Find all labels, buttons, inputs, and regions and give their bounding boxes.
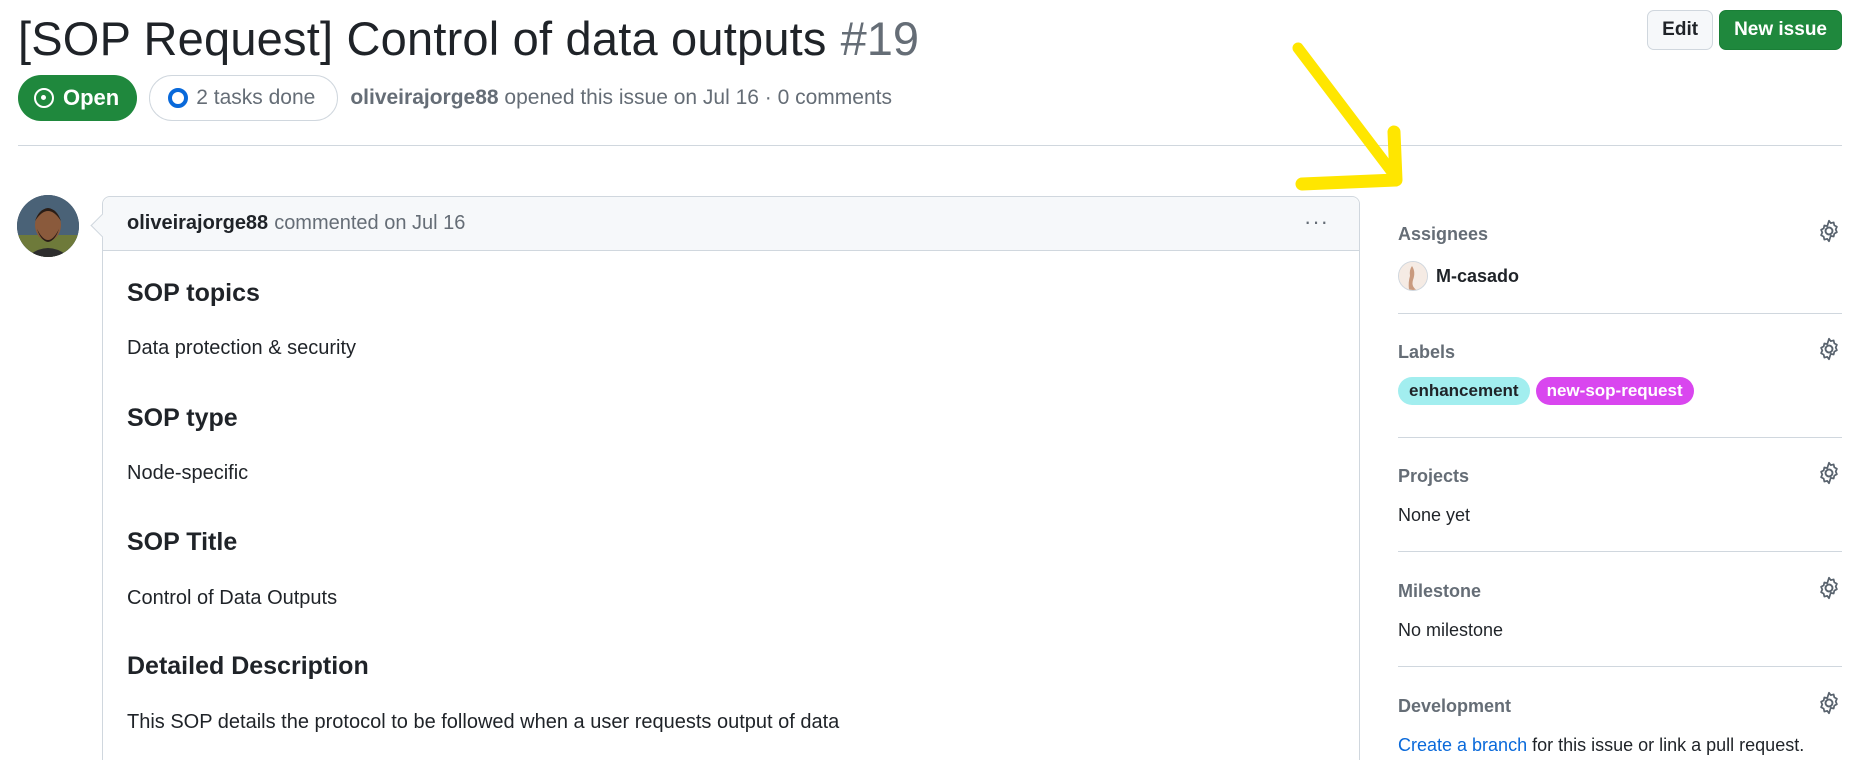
gear-icon[interactable] — [1816, 690, 1842, 716]
new-issue-button[interactable]: New issue — [1719, 10, 1842, 50]
header-divider — [18, 145, 1842, 146]
milestone-heading[interactable]: Milestone — [1398, 581, 1842, 602]
labels-heading[interactable]: Labels — [1398, 342, 1842, 363]
section-text: Control of Data Outputs — [127, 587, 338, 609]
comment-header: oliveirajorge88 commented on Jul 16 ··· — [103, 197, 1359, 251]
development-text: Create a branch for this issue or link a… — [1398, 735, 1842, 756]
section-heading: Detailed Description — [127, 652, 369, 680]
label-enhancement[interactable]: enhancement — [1398, 377, 1530, 405]
assignees-heading[interactable]: Assignees — [1398, 224, 1842, 245]
sidebar-divider — [1398, 666, 1842, 667]
sidebar-divider — [1398, 313, 1842, 314]
section-text: This SOP details the protocol to be foll… — [127, 711, 840, 733]
opened-text: opened this issue on Jul 16 · 0 comments — [504, 86, 892, 109]
sidebar-divider — [1398, 551, 1842, 552]
state-badge: Open — [18, 75, 138, 121]
section-heading: SOP type — [127, 404, 238, 432]
issue-comment: oliveirajorge88 commented on Jul 16 ··· … — [102, 196, 1360, 760]
sidebar-labels: Labels enhancement new-sop-request — [1398, 337, 1842, 405]
development-rest-text: for this issue or link a pull request. — [1527, 735, 1805, 755]
state-label: Open — [63, 85, 120, 110]
create-branch-link[interactable]: Create a branch — [1398, 735, 1527, 755]
assignee-item[interactable]: M-casado — [1398, 261, 1842, 291]
issue-title-row: [SOP Request] Control of data outputs #1… — [18, 6, 919, 70]
sidebar-assignees: Assignees M-casado — [1398, 219, 1842, 291]
annotation-arrow — [1292, 42, 1403, 191]
issue-meta-row: Open 2 tasks done oliveirajorge88 opened… — [18, 75, 892, 121]
gear-icon[interactable] — [1816, 575, 1842, 601]
issue-author-link[interactable]: oliveirajorge88 — [350, 86, 498, 109]
section-heading: SOP topics — [127, 279, 260, 307]
projects-heading[interactable]: Projects — [1398, 466, 1842, 487]
label-new-sop-request[interactable]: new-sop-request — [1535, 377, 1694, 405]
edit-button[interactable]: Edit — [1647, 10, 1714, 50]
sidebar-development: Development Create a branch for this iss… — [1398, 691, 1842, 756]
issue-opened-info: oliveirajorge88 opened this issue on Jul… — [350, 86, 892, 110]
sidebar-milestone: Milestone No milestone — [1398, 576, 1842, 641]
projects-value: None yet — [1398, 505, 1471, 525]
section-heading: SOP Title — [127, 528, 238, 556]
gear-icon[interactable] — [1816, 218, 1842, 244]
sidebar-divider — [1398, 437, 1842, 438]
sidebar-projects: Projects None yet — [1398, 461, 1842, 526]
comment-author-link[interactable]: oliveirajorge88 — [127, 212, 268, 235]
label-list: enhancement new-sop-request — [1398, 377, 1842, 405]
tasks-label: 2 tasks done — [196, 86, 316, 109]
gear-icon[interactable] — [1816, 460, 1842, 486]
issue-title: [SOP Request] Control of data outputs — [18, 11, 827, 65]
section-text: Node-specific — [127, 462, 249, 484]
assignee-avatar — [1398, 261, 1428, 291]
assignee-name: M-casado — [1436, 265, 1520, 286]
milestone-value: No milestone — [1398, 620, 1504, 640]
section-text: Data protection & security — [127, 337, 356, 359]
comment-timestamp[interactable]: commented on Jul 16 — [274, 212, 465, 235]
development-heading[interactable]: Development — [1398, 696, 1842, 717]
issue-number: #19 — [840, 11, 920, 65]
author-avatar[interactable] — [17, 195, 79, 257]
task-progress-icon — [168, 88, 189, 108]
issue-opened-icon — [34, 88, 54, 108]
issue-page: [SOP Request] Control of data outputs #1… — [0, 0, 1854, 760]
gear-icon[interactable] — [1816, 336, 1842, 362]
header-actions: Edit New issue — [1647, 10, 1842, 50]
kebab-menu-icon[interactable]: ··· — [1304, 211, 1329, 233]
tasks-progress[interactable]: 2 tasks done — [149, 75, 339, 121]
